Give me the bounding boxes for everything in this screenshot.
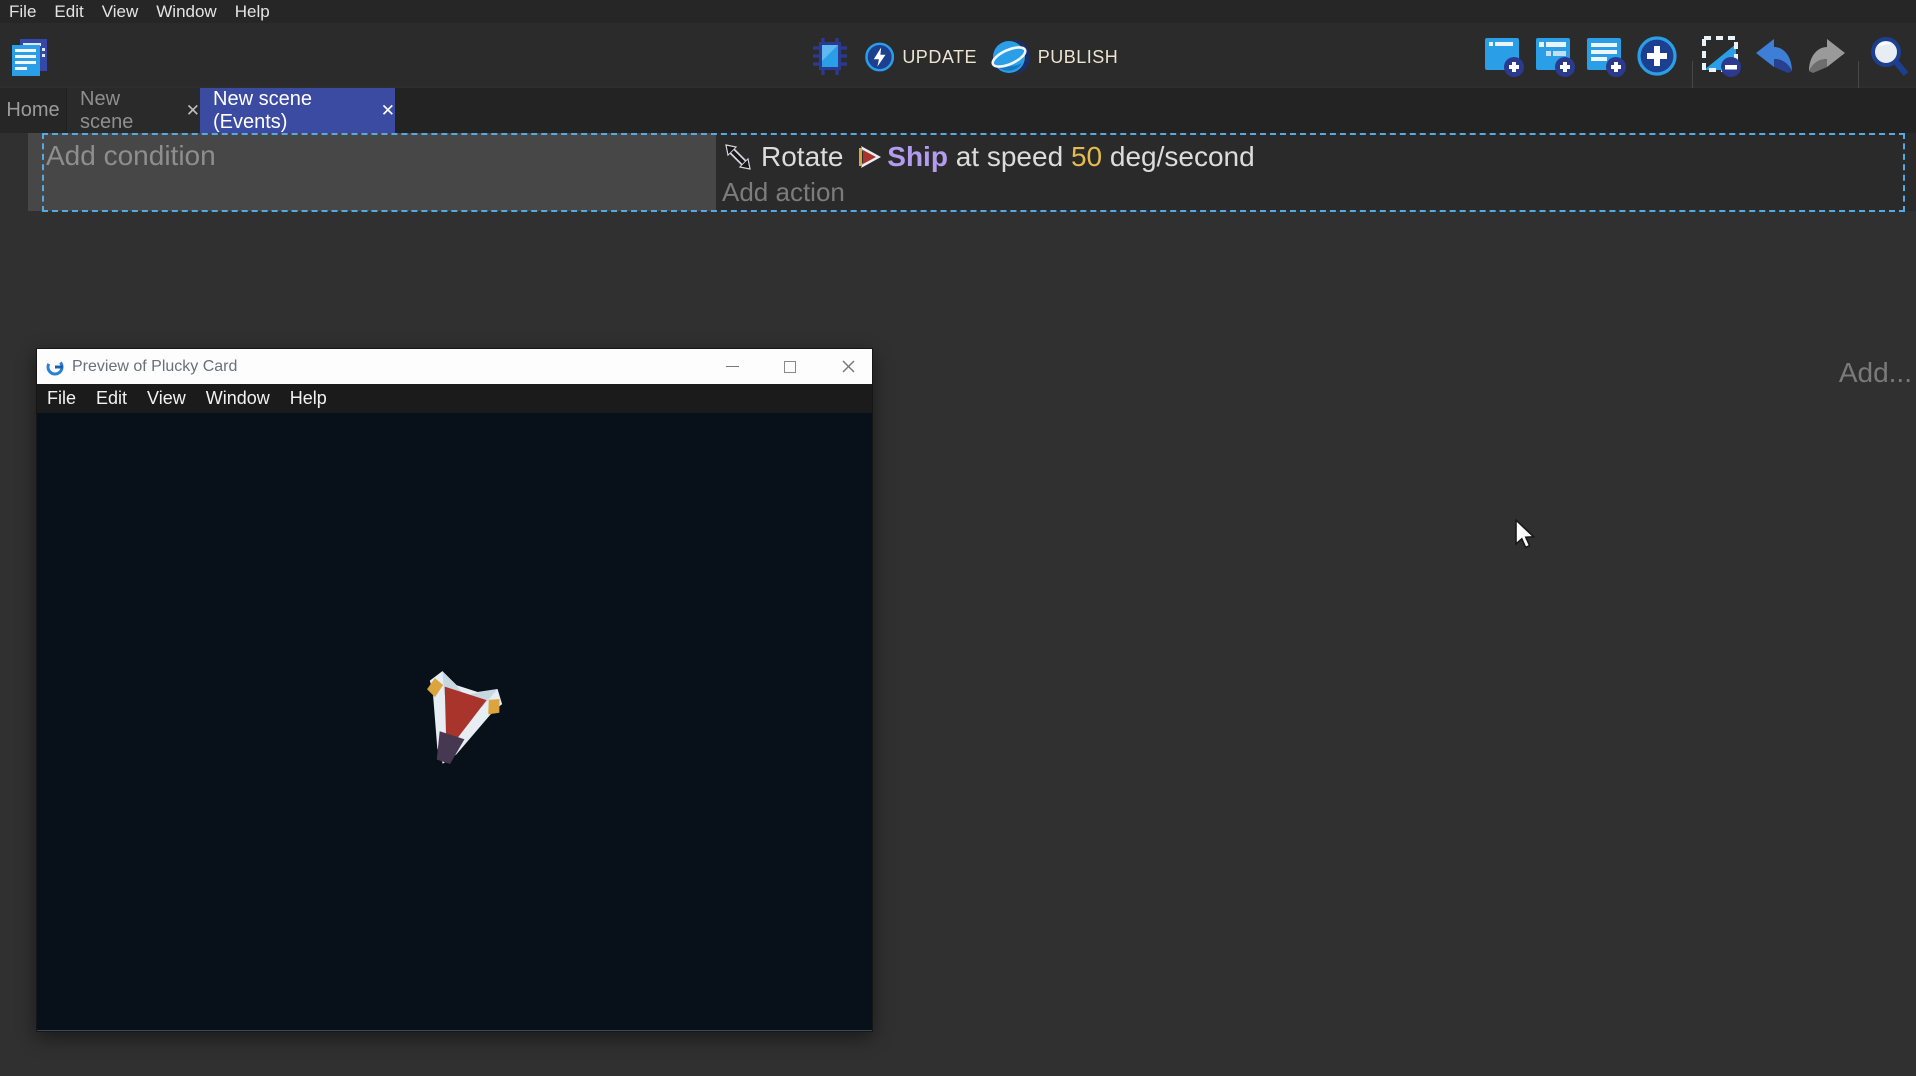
menu-help[interactable]: Help — [226, 1, 279, 23]
publish-button[interactable]: PUBLISH — [986, 36, 1122, 78]
update-label: UPDATE — [902, 47, 977, 68]
action-unit: deg/second — [1102, 141, 1255, 173]
publish-label: PUBLISH — [1038, 47, 1119, 68]
tab-new-scene-events-label: New scene (Events) — [213, 88, 361, 134]
ship-object-icon — [855, 143, 883, 171]
debug-button[interactable] — [806, 35, 854, 77]
add-more-button[interactable]: Add... — [1839, 357, 1912, 389]
search-events-button[interactable] — [1866, 34, 1912, 78]
action-value: 50 — [1071, 141, 1102, 173]
add-event-button[interactable] — [1483, 34, 1525, 78]
game-canvas[interactable] — [37, 413, 872, 1031]
ship-sprite — [401, 664, 513, 776]
app-menubar: File Edit View Window Help — [0, 0, 1916, 23]
close-tab-icon[interactable]: ✕ — [186, 101, 200, 121]
remove-selection-icon — [1700, 34, 1742, 78]
gdevelop-logo-icon — [46, 358, 64, 376]
add-action-placeholder[interactable]: Add action — [722, 177, 845, 208]
action-verb: Rotate — [761, 141, 851, 173]
preview-menu-help[interactable]: Help — [280, 388, 337, 409]
tab-new-scene-label: New scene — [80, 88, 166, 134]
minimize-button[interactable] — [720, 355, 744, 379]
main-toolbar: UPDATE PUBLISH — [0, 23, 1916, 86]
add-subevent-button[interactable] — [1534, 34, 1576, 78]
publish-globe-icon — [990, 37, 1030, 77]
project-manager-icon — [9, 37, 49, 77]
menu-edit[interactable]: Edit — [45, 1, 92, 23]
preview-menu-edit[interactable]: Edit — [86, 388, 137, 409]
preview-window: Preview of Plucky Card File Edit View Wi… — [36, 348, 873, 1032]
add-comment-button[interactable] — [1585, 34, 1627, 78]
preview-menu-file[interactable]: File — [37, 388, 86, 409]
add-comment-icon — [1585, 34, 1627, 78]
add-event-icon — [1483, 34, 1525, 78]
menu-window[interactable]: Window — [147, 1, 225, 23]
tab-home-label: Home — [6, 99, 59, 122]
preview-titlebar[interactable]: Preview of Plucky Card — [37, 349, 872, 384]
close-tab-icon[interactable]: ✕ — [381, 101, 395, 121]
preview-menu-view[interactable]: View — [137, 388, 196, 409]
tab-home[interactable]: Home — [0, 88, 66, 133]
close-icon — [842, 360, 855, 373]
preview-menu-window[interactable]: Window — [196, 388, 280, 409]
preview-menubar: File Edit View Window Help — [37, 384, 872, 413]
update-button[interactable]: UPDATE — [865, 36, 977, 78]
add-circle-button[interactable] — [1637, 34, 1679, 78]
update-lightning-icon — [865, 37, 894, 77]
maximize-button[interactable] — [778, 355, 802, 379]
mouse-cursor — [1514, 519, 1540, 549]
close-button[interactable] — [836, 355, 860, 379]
menu-file[interactable]: File — [0, 1, 45, 23]
tab-new-scene[interactable]: New scene ✕ — [66, 88, 200, 133]
redo-button[interactable] — [1804, 34, 1850, 78]
debug-icon — [807, 36, 853, 76]
redo-icon — [1805, 35, 1849, 77]
minimize-icon — [726, 366, 739, 368]
editor-tabbar: Home New scene ✕ New scene (Events) ✕ — [0, 88, 1916, 133]
preview-window-title: Preview of Plucky Card — [72, 358, 237, 376]
tab-new-scene-events[interactable]: New scene (Events) ✕ — [200, 88, 395, 133]
project-manager-button[interactable] — [8, 36, 50, 78]
undo-icon — [1752, 35, 1796, 77]
add-circle-icon — [1637, 34, 1679, 78]
menu-view[interactable]: View — [93, 1, 148, 23]
add-condition-placeholder[interactable]: Add condition — [46, 140, 216, 172]
add-subevent-icon — [1534, 34, 1576, 78]
action-connector: at speed — [948, 141, 1071, 173]
remove-selection-button[interactable] — [1700, 34, 1742, 78]
undo-button[interactable] — [1751, 34, 1797, 78]
conditions-column[interactable]: Add condition — [28, 133, 716, 211]
maximize-icon — [784, 361, 796, 373]
search-icon — [1867, 34, 1911, 78]
action-row[interactable]: Rotate Ship at speed 50 deg/second — [723, 139, 1255, 175]
rotate-arrows-icon — [723, 142, 753, 172]
event-row[interactable]: Add condition Rotate Ship at speed — [28, 133, 1916, 211]
action-object-name: Ship — [887, 141, 948, 173]
